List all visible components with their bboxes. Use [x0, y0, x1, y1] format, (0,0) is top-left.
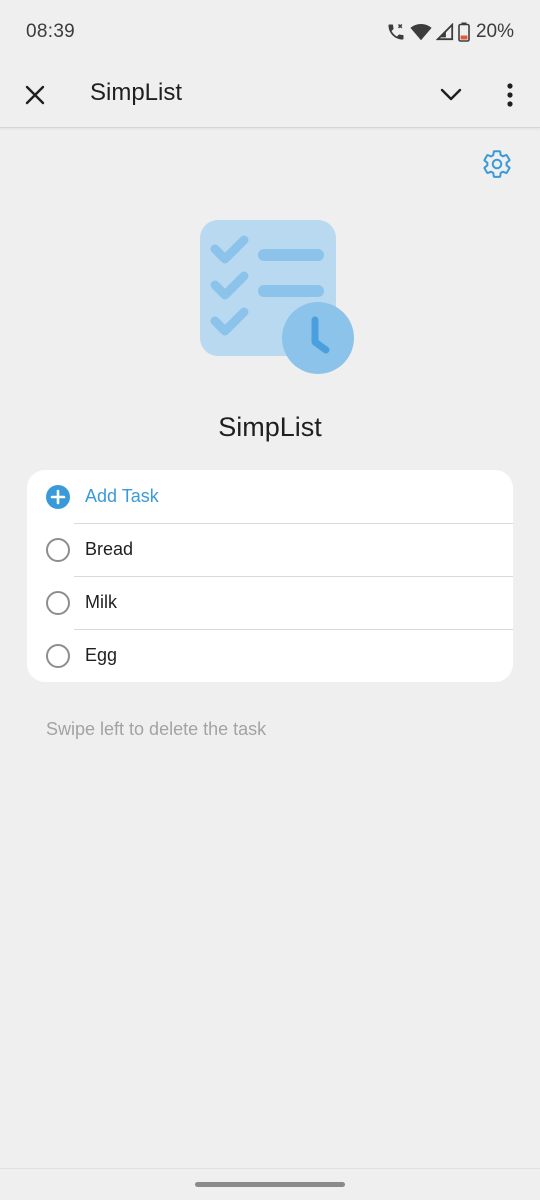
add-circle-icon: [46, 485, 70, 509]
task-checkbox[interactable]: [46, 644, 70, 668]
collapse-button[interactable]: [434, 78, 468, 112]
add-task-label: Add Task: [85, 486, 159, 506]
close-button[interactable]: [18, 78, 52, 112]
checklist-clock-icon: [200, 220, 354, 374]
task-row[interactable]: Bread: [27, 523, 513, 576]
task-list-card: Add Task Bread Milk Egg: [27, 470, 513, 682]
more-options-button[interactable]: [494, 78, 526, 112]
task-row[interactable]: Egg: [27, 629, 513, 682]
status-icons: 20%: [386, 21, 514, 43]
close-icon: [25, 85, 45, 105]
swipe-hint: Swipe left to delete the task: [46, 719, 267, 739]
nav-bar-divider: [0, 1168, 540, 1169]
gear-icon: [483, 150, 511, 178]
call-icon: [386, 22, 406, 42]
task-label: Milk: [85, 592, 117, 612]
task-row[interactable]: Milk: [27, 576, 513, 629]
widget-title: SimpList: [218, 412, 322, 442]
chevron-down-icon: [440, 88, 462, 101]
battery-icon: [458, 22, 470, 42]
task-label: Bread: [85, 539, 134, 559]
task-checkbox[interactable]: [46, 591, 70, 615]
app-logo-illustration: [196, 216, 356, 376]
wifi-icon: [410, 22, 432, 42]
settings-button[interactable]: [478, 145, 516, 183]
add-task-button[interactable]: Add Task: [27, 470, 513, 523]
task-checkbox[interactable]: [46, 538, 70, 562]
task-label: Egg: [85, 645, 118, 665]
more-vert-icon: [507, 83, 513, 107]
status-bar: 08:39 20%: [0, 0, 540, 64]
app-bar: SimpList: [0, 64, 540, 128]
signal-icon: [435, 23, 454, 41]
gesture-nav-handle[interactable]: [195, 1182, 345, 1187]
battery-level: 20%: [475, 21, 514, 42]
app-title: SimpList: [90, 79, 183, 106]
status-time: 08:39: [26, 21, 76, 42]
